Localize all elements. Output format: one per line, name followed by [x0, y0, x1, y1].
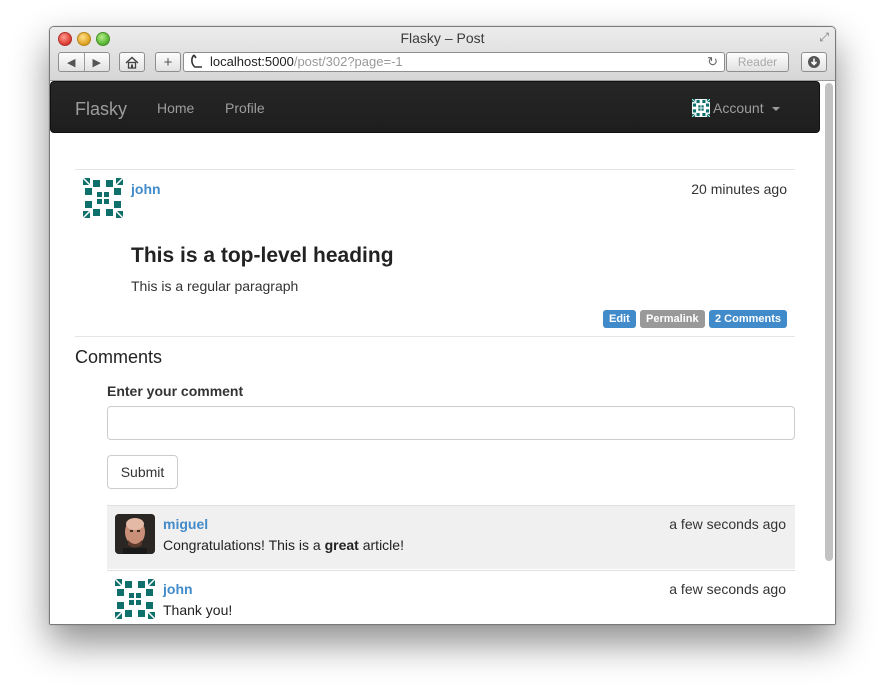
comment-timestamp: a few seconds ago [669, 581, 786, 597]
vertical-scrollbar[interactable] [825, 83, 833, 561]
comment-text-part: Congratulations! This is a [163, 537, 325, 553]
comment-text-bold: great [324, 537, 359, 553]
reload-icon[interactable]: ↻ [707, 53, 718, 71]
divider [75, 169, 795, 170]
window-title: Flasky – Post [400, 30, 485, 46]
home-button[interactable] [119, 52, 145, 72]
page-icon [190, 53, 204, 74]
home-icon [125, 55, 139, 69]
permalink-button[interactable]: Permalink [640, 310, 705, 328]
url-host: localhost:5000 [210, 54, 294, 69]
download-icon [808, 56, 820, 68]
comment-input[interactable] [107, 406, 795, 440]
address-bar[interactable]: localhost:5000/post/302?page=-1 ↻ [183, 52, 725, 72]
account-avatar-icon [692, 99, 710, 117]
back-forward-group: ◀ ▶ [58, 52, 110, 72]
comment-timestamp: a few seconds ago [669, 516, 786, 532]
comment-text: Thank you! [163, 602, 233, 618]
browser-chrome: Flasky – Post ⤢ ◀ ▶ + localhost:5000/pos… [50, 27, 835, 81]
comment-item: miguel a few seconds ago Congratulations… [107, 505, 795, 569]
account-label: Account [713, 100, 764, 116]
browser-window: Flasky – Post ⤢ ◀ ▶ + localhost:5000/pos… [49, 26, 836, 625]
nav-home-link[interactable]: Home [157, 100, 194, 116]
submit-comment-button[interactable]: Submit [107, 455, 178, 489]
comments-count-button[interactable]: 2 Comments [709, 310, 788, 328]
post-heading: This is a top-level heading [131, 244, 394, 267]
user-photo-icon [115, 514, 155, 554]
fullscreen-icon[interactable]: ⤢ [819, 30, 829, 45]
url-path: /post/302?page=-1 [293, 54, 403, 69]
add-bookmark-button[interactable]: + [155, 52, 181, 72]
reader-button[interactable]: Reader [726, 52, 789, 72]
back-icon[interactable]: ◀ [59, 56, 84, 69]
commenter-avatar-photo[interactable] [115, 514, 155, 554]
commenter-avatar[interactable] [115, 579, 155, 619]
post-author-avatar[interactable] [83, 178, 123, 218]
top-navbar: Flasky Home Profile Account [50, 81, 820, 133]
comments-heading: Comments [75, 347, 163, 367]
post-author-link[interactable]: john [131, 181, 161, 197]
comment-form-label: Enter your comment [107, 383, 244, 399]
edit-post-button[interactable]: Edit [603, 310, 636, 328]
caret-down-icon [771, 107, 780, 111]
brand-link[interactable]: Flasky [75, 99, 127, 120]
nav-profile-link[interactable]: Profile [225, 100, 265, 116]
downloads-button[interactable] [801, 52, 827, 72]
comment-item: john a few seconds ago Thank you! [107, 570, 795, 624]
account-dropdown[interactable]: Account [692, 99, 780, 117]
comment-author-link[interactable]: miguel [163, 516, 208, 532]
comment-text: Congratulations! This is a great article… [163, 537, 404, 553]
page-content: Flasky Home Profile Account john 20 minu… [50, 81, 835, 624]
forward-icon[interactable]: ▶ [85, 56, 110, 69]
divider [75, 336, 795, 337]
comment-author-link[interactable]: john [163, 581, 193, 597]
post-body: This is a regular paragraph [131, 278, 299, 294]
comment-text-part: article! [358, 537, 404, 553]
post-timestamp: 20 minutes ago [691, 181, 787, 197]
